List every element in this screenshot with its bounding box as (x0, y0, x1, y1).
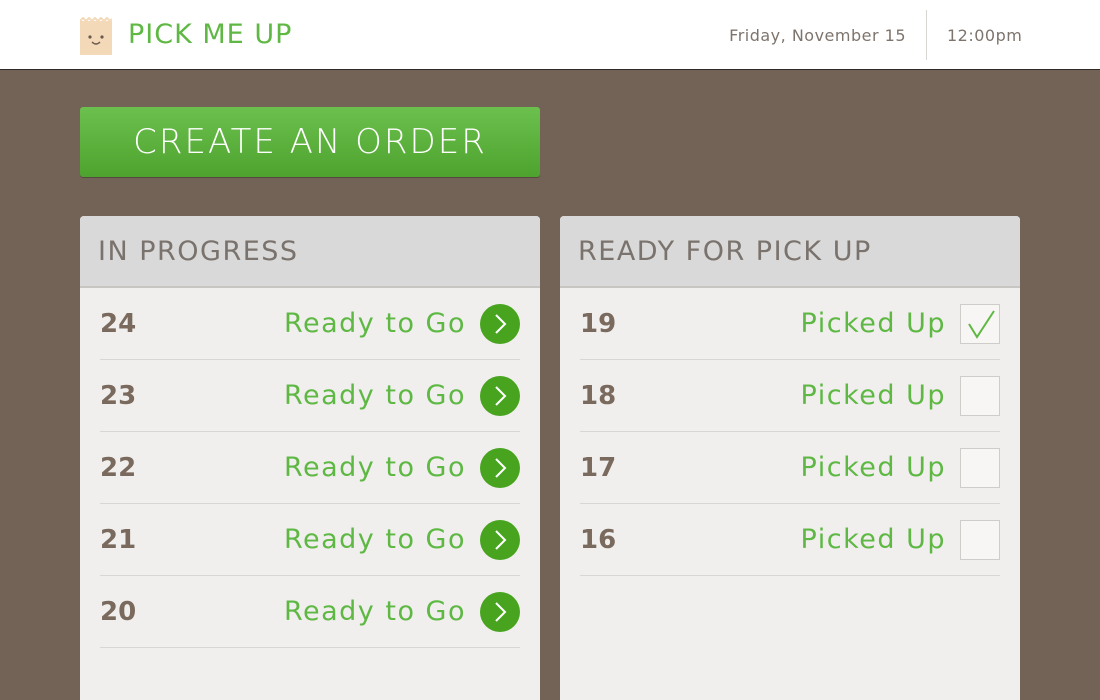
order-number: 24 (100, 309, 137, 339)
order-number: 18 (580, 381, 617, 411)
order-number: 21 (100, 525, 137, 555)
order-number: 20 (100, 597, 137, 627)
ready-to-go-button[interactable] (480, 304, 520, 344)
pickup-row: 16 Picked Up (580, 504, 1000, 576)
paper-bag-face-icon (80, 17, 112, 55)
order-status: Ready to Go (283, 596, 466, 627)
chevron-right-icon (495, 530, 507, 550)
order-number: 22 (100, 453, 137, 483)
order-number: 19 (580, 309, 617, 339)
ready-to-go-button[interactable] (480, 592, 520, 632)
order-number: 23 (100, 381, 137, 411)
header-divider (926, 10, 927, 60)
pickup-row: 18 Picked Up (580, 360, 1000, 432)
in-progress-title: IN PROGRESS (98, 236, 299, 267)
in-progress-row: 24 Ready to Go (100, 288, 520, 360)
picked-up-checkbox[interactable] (960, 304, 1000, 344)
current-date: Friday, November 15 (729, 26, 906, 45)
order-status: Picked Up (800, 524, 946, 555)
ready-for-pickup-title: READY FOR PICK UP (578, 236, 872, 267)
in-progress-row: 22 Ready to Go (100, 432, 520, 504)
ready-to-go-button[interactable] (480, 448, 520, 488)
order-number: 16 (580, 525, 617, 555)
picked-up-checkbox[interactable] (960, 376, 1000, 416)
ready-to-go-button[interactable] (480, 376, 520, 416)
order-status: Ready to Go (283, 524, 466, 555)
in-progress-row: 20 Ready to Go (100, 576, 520, 648)
order-number: 17 (580, 453, 617, 483)
order-status: Picked Up (800, 452, 946, 483)
chevron-right-icon (495, 602, 507, 622)
pickup-row: 17 Picked Up (580, 432, 1000, 504)
ready-for-pickup-panel: READY FOR PICK UP 19 Picked Up 18 Picked… (560, 216, 1020, 700)
checkmark-icon (968, 310, 995, 339)
ready-for-pickup-header: READY FOR PICK UP (560, 216, 1020, 288)
order-status: Ready to Go (283, 380, 466, 411)
picked-up-checkbox[interactable] (960, 448, 1000, 488)
app-brand: PICK ME UP (128, 19, 293, 50)
order-status: Ready to Go (283, 452, 466, 483)
order-status: Ready to Go (283, 308, 466, 339)
in-progress-row: 23 Ready to Go (100, 360, 520, 432)
app-header: PICK ME UP Friday, November 15 12:00pm (0, 0, 1100, 70)
chevron-right-icon (495, 314, 507, 334)
chevron-right-icon (495, 386, 507, 406)
in-progress-header: IN PROGRESS (80, 216, 540, 288)
current-time: 12:00pm (947, 26, 1023, 45)
ready-to-go-button[interactable] (480, 520, 520, 560)
chevron-right-icon (495, 458, 507, 478)
order-status: Picked Up (800, 380, 946, 411)
order-status: Picked Up (800, 308, 946, 339)
pickup-row: 19 Picked Up (580, 288, 1000, 360)
picked-up-checkbox[interactable] (960, 520, 1000, 560)
in-progress-panel: IN PROGRESS 24 Ready to Go 23 Ready to G… (80, 216, 540, 700)
in-progress-row: 21 Ready to Go (100, 504, 520, 576)
create-order-button[interactable]: CREATE AN ORDER (80, 107, 540, 177)
